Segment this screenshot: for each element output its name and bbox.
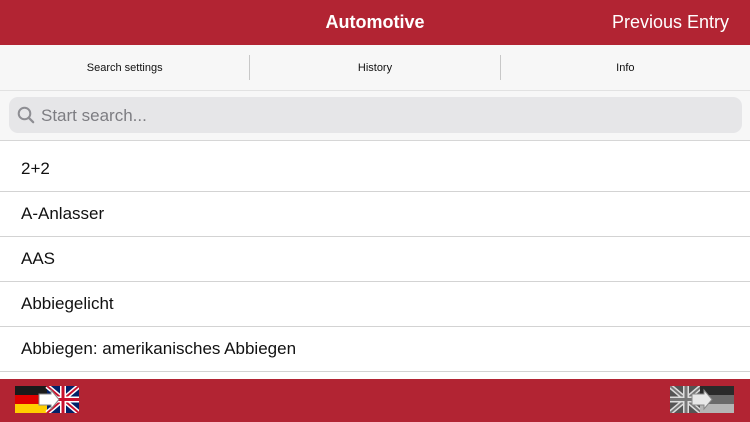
list-item[interactable]: 2+2 [0,147,750,192]
search-icon [17,106,35,129]
previous-entry-button[interactable]: Previous Entry [612,0,729,45]
history-tab[interactable]: History [250,45,499,90]
list-item[interactable]: Abbiegelicht [0,282,750,327]
english-to-german-flag-icon[interactable] [668,384,734,418]
navigation-bar: Automotive Previous Entry [0,0,750,45]
german-to-english-flag-icon[interactable] [15,384,81,418]
segmented-control: Search settings History Info [0,45,750,91]
search-input[interactable] [39,97,733,135]
search-bar [0,91,750,141]
search-settings-tab[interactable]: Search settings [0,45,249,90]
list-item[interactable]: Abbiegen: amerikanisches Abbiegen [0,327,750,372]
language-toolbar [0,379,750,422]
info-tab[interactable]: Info [501,45,750,90]
list-item[interactable]: A-Anlasser [0,192,750,237]
search-field[interactable] [9,97,742,135]
list-item[interactable]: AAS [0,237,750,282]
entry-list: 2+2 A-Anlasser AAS Abbiegelicht Abbiegen… [0,147,750,379]
